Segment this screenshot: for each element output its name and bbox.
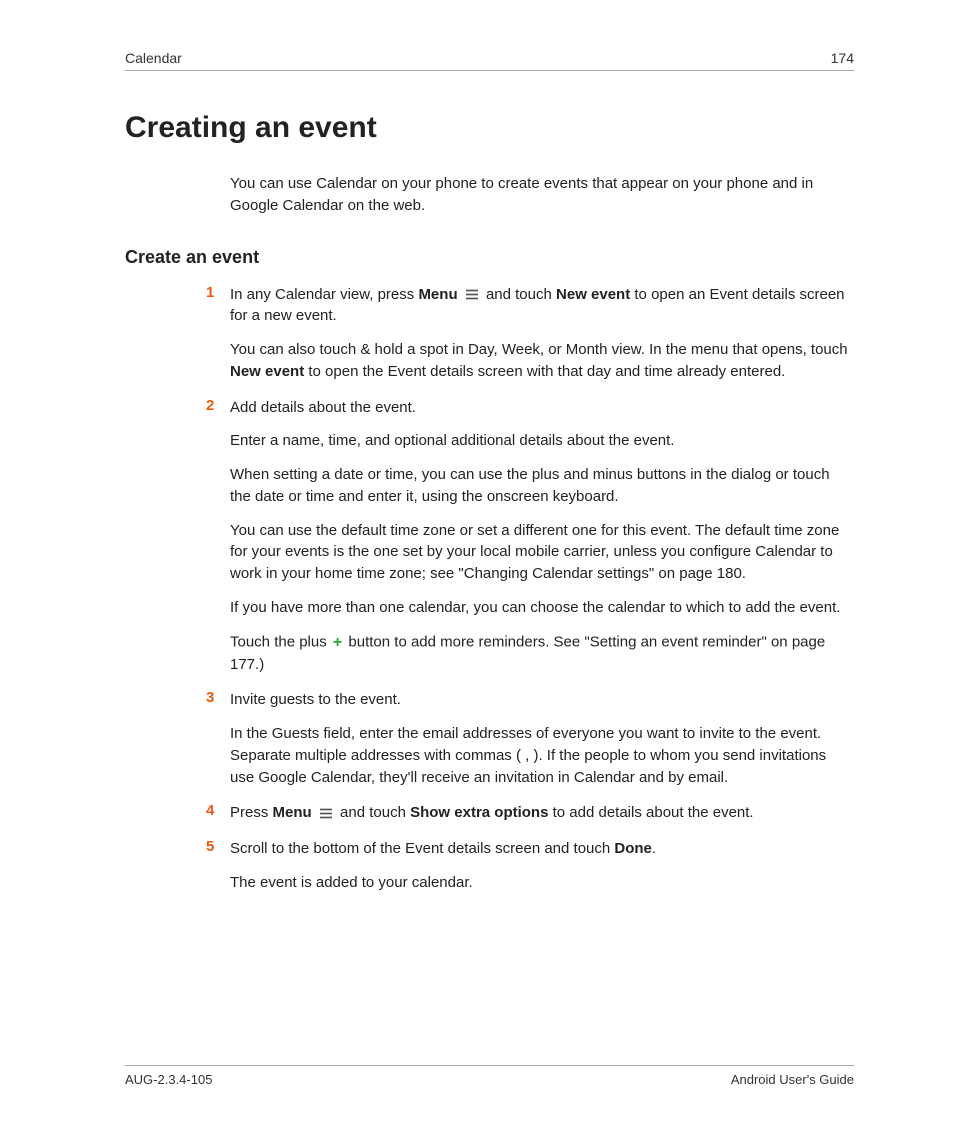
bold-label: Show extra options (410, 804, 548, 821)
text-run: and touch (482, 286, 556, 303)
header-page-number: 174 (831, 50, 854, 66)
step-text: You can also touch & hold a spot in Day,… (230, 339, 854, 383)
step-text: Enter a name, time, and optional additio… (230, 430, 854, 452)
page-title: Creating an event (125, 111, 854, 145)
step-5: 5 Scroll to the bottom of the Event deta… (230, 838, 854, 894)
step-text: Scroll to the bottom of the Event detail… (230, 838, 854, 860)
document-page: Calendar 174 Creating an event You can u… (0, 0, 954, 894)
plus-icon: + (333, 631, 342, 654)
step-number: 1 (206, 284, 214, 301)
text-run: In any Calendar view, press (230, 286, 418, 303)
text-run: Press (230, 804, 273, 821)
menu-label: Menu (418, 286, 457, 303)
footer-doc-id: AUG-2.3.4-105 (125, 1072, 212, 1087)
section-heading: Create an event (125, 247, 854, 268)
footer-guide-name: Android User's Guide (731, 1072, 854, 1087)
step-text: Touch the plus + button to add more remi… (230, 631, 854, 676)
step-text: Press Menu and touch Show extra options … (230, 802, 854, 824)
text-run: Scroll to the bottom of the Event detail… (230, 840, 614, 857)
step-text: If you have more than one calendar, you … (230, 597, 854, 619)
text-run: Touch the plus (230, 633, 331, 650)
page-footer: AUG-2.3.4-105 Android User's Guide (125, 1065, 854, 1087)
step-text: The event is added to your calendar. (230, 872, 854, 894)
step-2: 2 Add details about the event. Enter a n… (230, 397, 854, 676)
text-run: You can also touch & hold a spot in Day,… (230, 341, 848, 358)
intro-paragraph: You can use Calendar on your phone to cr… (230, 173, 854, 217)
text-run: . (652, 840, 656, 857)
menu-label: Menu (273, 804, 312, 821)
text-run: to open the Event details screen with th… (304, 363, 785, 380)
text-run: and touch (336, 804, 410, 821)
step-number: 3 (206, 689, 214, 706)
step-text: In any Calendar view, press Menu and tou… (230, 284, 854, 328)
step-text: You can use the default time zone or set… (230, 520, 854, 585)
steps-list: 1 In any Calendar view, press Menu and t… (230, 284, 854, 894)
page-header: Calendar 174 (125, 50, 854, 71)
step-text: Add details about the event. (230, 397, 854, 419)
step-text: When setting a date or time, you can use… (230, 464, 854, 508)
bold-label: New event (556, 286, 630, 303)
header-section: Calendar (125, 50, 182, 66)
text-run: to add details about the event. (548, 804, 753, 821)
step-text: Invite guests to the event. (230, 689, 854, 711)
step-4: 4 Press Menu and touch Show extra option… (230, 802, 854, 824)
bold-label: Done (614, 840, 652, 857)
menu-icon (319, 808, 333, 819)
step-number: 5 (206, 838, 214, 855)
menu-icon (465, 289, 479, 300)
step-text: In the Guests field, enter the email add… (230, 723, 854, 788)
step-3: 3 Invite guests to the event. In the Gue… (230, 689, 854, 788)
step-1: 1 In any Calendar view, press Menu and t… (230, 284, 854, 383)
bold-label: New event (230, 363, 304, 380)
step-number: 2 (206, 397, 214, 414)
step-number: 4 (206, 802, 214, 819)
